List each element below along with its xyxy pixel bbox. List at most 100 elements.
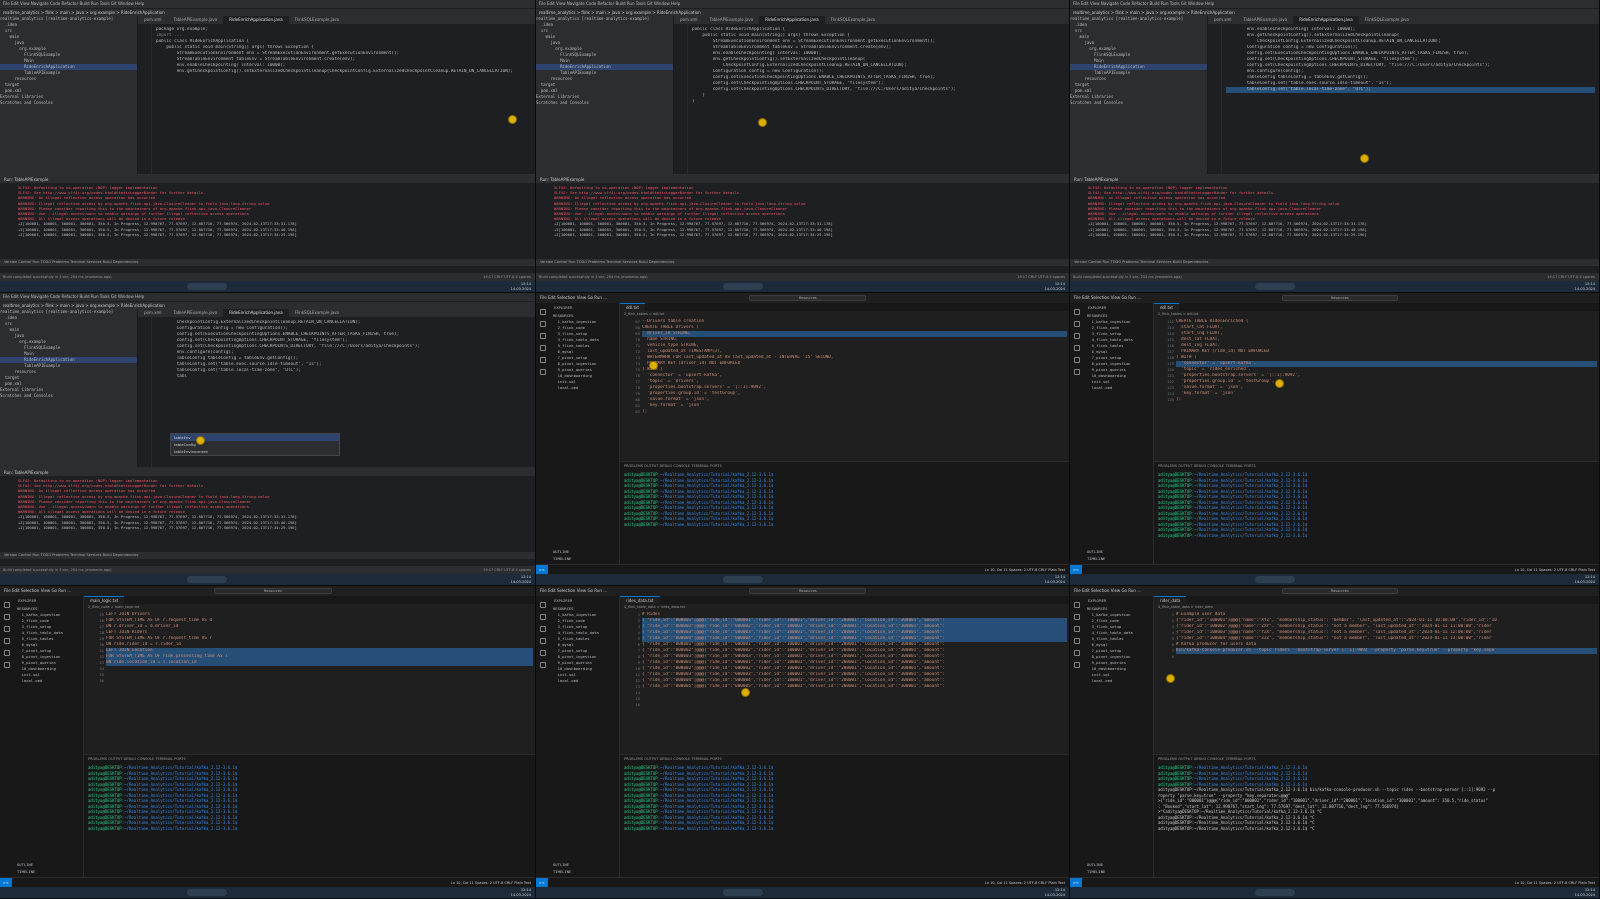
editor-tab[interactable]: TableAPIExample.java (168, 16, 224, 24)
tool-window-tabs[interactable]: Version Control Run TODO Problems Termin… (0, 552, 535, 559)
terminal[interactable]: aditya@DESKTOP:~/Realtime_Analytics/Tuto… (624, 765, 1065, 875)
editor-tab[interactable]: TableAPIExample.java (168, 309, 224, 317)
explorer-item[interactable]: TIMELINE (14, 869, 35, 875)
editor-tab[interactable]: ddl.txt (1154, 303, 1179, 311)
explorer-item[interactable]: local.cmd (1084, 678, 1153, 684)
run-debug-icon[interactable] (540, 345, 546, 351)
explorer-item[interactable]: OUTLINE (14, 862, 33, 868)
run-debug-icon[interactable] (540, 638, 546, 644)
taskbar-search[interactable] (187, 889, 228, 896)
code-editor[interactable]: package org.example; import ... public cla… (138, 24, 535, 174)
remote-indicator[interactable]: >< (0, 878, 12, 887)
explorer-item[interactable]: TIMELINE (1084, 869, 1105, 875)
extensions-icon[interactable] (4, 650, 10, 656)
extensions-icon[interactable] (540, 650, 546, 656)
navigation-breadcrumb[interactable]: realtime_analytics > flink > main > java… (1070, 8, 1599, 16)
taskbar-search[interactable] (1255, 576, 1296, 583)
menu-bar[interactable]: File Edit Selection View Go Run ... (1074, 295, 1141, 300)
remote-indicator[interactable]: >< (536, 565, 548, 574)
code-editor[interactable]: 25 26 27 28 29 30 31 32 33 34 35 36 LEFT JOIN Driver… (84, 610, 535, 754)
navigation-breadcrumb[interactable]: realtime_analytics > flink > main > java… (0, 301, 535, 309)
menu-bar[interactable]: File Edit Selection View Go Run ... (540, 588, 607, 593)
editor-tab[interactable]: RideEnrichApplication.java (1293, 16, 1359, 24)
explorer-item[interactable]: TIMELINE (550, 869, 571, 875)
panel-tabs[interactable]: PROBLEMS OUTPUT DEBUG CONSOLE TERMINAL P… (620, 462, 1069, 470)
menu-bar[interactable]: File Edit Selection View Go Run ... (1074, 588, 1141, 593)
taskbar-search[interactable] (187, 283, 228, 290)
explorer-icon[interactable] (4, 602, 10, 608)
explorer-item[interactable]: local.cmd (14, 678, 83, 684)
project-tree-item[interactable]: Scratches and Consoles (0, 100, 137, 106)
navigation-breadcrumb[interactable]: realtime_analytics > flink > main > java… (536, 8, 1069, 16)
remote-explorer-icon[interactable] (1074, 369, 1080, 375)
editor-tab[interactable]: TableAPIExample.java (1238, 16, 1294, 24)
search-icon[interactable] (1074, 321, 1080, 327)
source-control-icon[interactable] (1074, 333, 1080, 339)
project-tree-item[interactable]: Scratches and Consoles (536, 100, 673, 106)
editor-tab[interactable]: RideEnrichApplication.java (223, 309, 289, 317)
run-debug-icon[interactable] (1074, 345, 1080, 351)
panel-tabs[interactable]: PROBLEMS OUTPUT DEBUG CONSOLE TERMINAL P… (84, 755, 535, 763)
editor-tab[interactable]: TableAPIExample.java (704, 16, 760, 24)
editor-tab[interactable]: rider_data (1154, 596, 1187, 604)
explorer-icon[interactable] (1074, 309, 1080, 315)
taskbar-search[interactable] (722, 889, 763, 896)
search-icon[interactable] (1074, 614, 1080, 620)
source-control-icon[interactable] (4, 626, 10, 632)
terminal[interactable]: aditya@DESKTOP:~/Realtime_Analytics/Tuto… (624, 472, 1065, 562)
code-editor[interactable]: 112 113 114 115 116 117 118 119 120 121 122 123 124 1… (1154, 317, 1599, 461)
editor-tab[interactable]: FlinkSQLExample.java (289, 16, 345, 24)
extensions-icon[interactable] (540, 357, 546, 363)
search-icon[interactable] (4, 614, 10, 620)
code-editor[interactable]: public class RideEnrichApplication { pub… (674, 24, 1069, 174)
remote-explorer-icon[interactable] (1074, 662, 1080, 668)
taskbar-search[interactable] (722, 283, 763, 290)
code-editor[interactable]: env.enableCheckpointing( interval: 10000… (1208, 24, 1599, 174)
editor-tab[interactable]: RideEnrichApplication.java (223, 16, 289, 24)
editor-tab[interactable]: main_logic.txt (84, 596, 125, 604)
explorer-item[interactable]: OUTLINE (1084, 862, 1103, 868)
extensions-icon[interactable] (1074, 650, 1080, 656)
search-icon[interactable] (540, 321, 546, 327)
source-control-icon[interactable] (1074, 626, 1080, 632)
command-center[interactable]: Resources (749, 295, 867, 301)
tool-window-tabs[interactable]: Version Control Run TODO Problems Termin… (536, 259, 1069, 266)
remote-explorer-icon[interactable] (4, 662, 10, 668)
menu-bar[interactable]: File Edit Selection View Go Run ... (540, 295, 607, 300)
terminal[interactable]: aditya@DESKTOP:~/Realtime_Analytics/Tuto… (1158, 472, 1595, 562)
remote-indicator[interactable]: >< (1070, 878, 1082, 887)
run-debug-icon[interactable] (4, 638, 10, 644)
panel-tabs[interactable]: PROBLEMS OUTPUT DEBUG CONSOLE TERMINAL P… (1154, 462, 1599, 470)
taskbar-search[interactable] (1255, 889, 1296, 896)
editor-tab[interactable]: pom.xml (138, 309, 168, 317)
project-tree-item[interactable]: Scratches and Consoles (1070, 100, 1207, 106)
editor-tab[interactable]: rides_data.txt (620, 596, 660, 604)
extensions-icon[interactable] (1074, 357, 1080, 363)
editor-tab[interactable]: FlinkSQLExample.java (1359, 16, 1415, 24)
tool-window-tabs[interactable]: Version Control Run TODO Problems Termin… (0, 259, 535, 266)
explorer-item[interactable]: TIMELINE (550, 556, 571, 562)
menu-bar[interactable]: File Edit Selection View Go Run ... (4, 588, 71, 593)
terminal[interactable]: aditya@DESKTOP:~/Realtime_Analytics/Tuto… (1158, 765, 1595, 875)
taskbar-search[interactable] (187, 576, 228, 583)
panel-tabs[interactable]: PROBLEMS OUTPUT DEBUG CONSOLE TERMINAL P… (1154, 755, 1599, 763)
source-control-icon[interactable] (540, 333, 546, 339)
remote-explorer-icon[interactable] (540, 369, 546, 375)
code-editor[interactable]: 67 68 69 70 71 72 73 74 75 76 77 78 79 80 81 82 --Driver… (620, 317, 1069, 461)
editor-tab[interactable]: FlinkSQLExample.java (289, 309, 345, 317)
taskbar-search[interactable] (722, 576, 763, 583)
panel-tabs[interactable]: PROBLEMS OUTPUT DEBUG CONSOLE TERMINAL P… (620, 755, 1069, 763)
explorer-item[interactable]: TIMELINE (1084, 556, 1105, 562)
explorer-item[interactable]: OUTLINE (550, 549, 569, 555)
command-center[interactable]: Resources (749, 588, 867, 594)
editor-tab[interactable]: pom.xml (674, 16, 704, 24)
explorer-item[interactable]: local.cmd (550, 385, 619, 391)
source-control-icon[interactable] (540, 626, 546, 632)
command-center[interactable]: Resources (1281, 295, 1398, 301)
remote-explorer-icon[interactable] (540, 662, 546, 668)
editor-tab[interactable]: ddl.txt (620, 303, 645, 311)
explorer-item[interactable]: OUTLINE (1084, 549, 1103, 555)
explorer-icon[interactable] (1074, 602, 1080, 608)
search-icon[interactable] (540, 614, 546, 620)
editor-tab[interactable]: pom.xml (1208, 16, 1238, 24)
